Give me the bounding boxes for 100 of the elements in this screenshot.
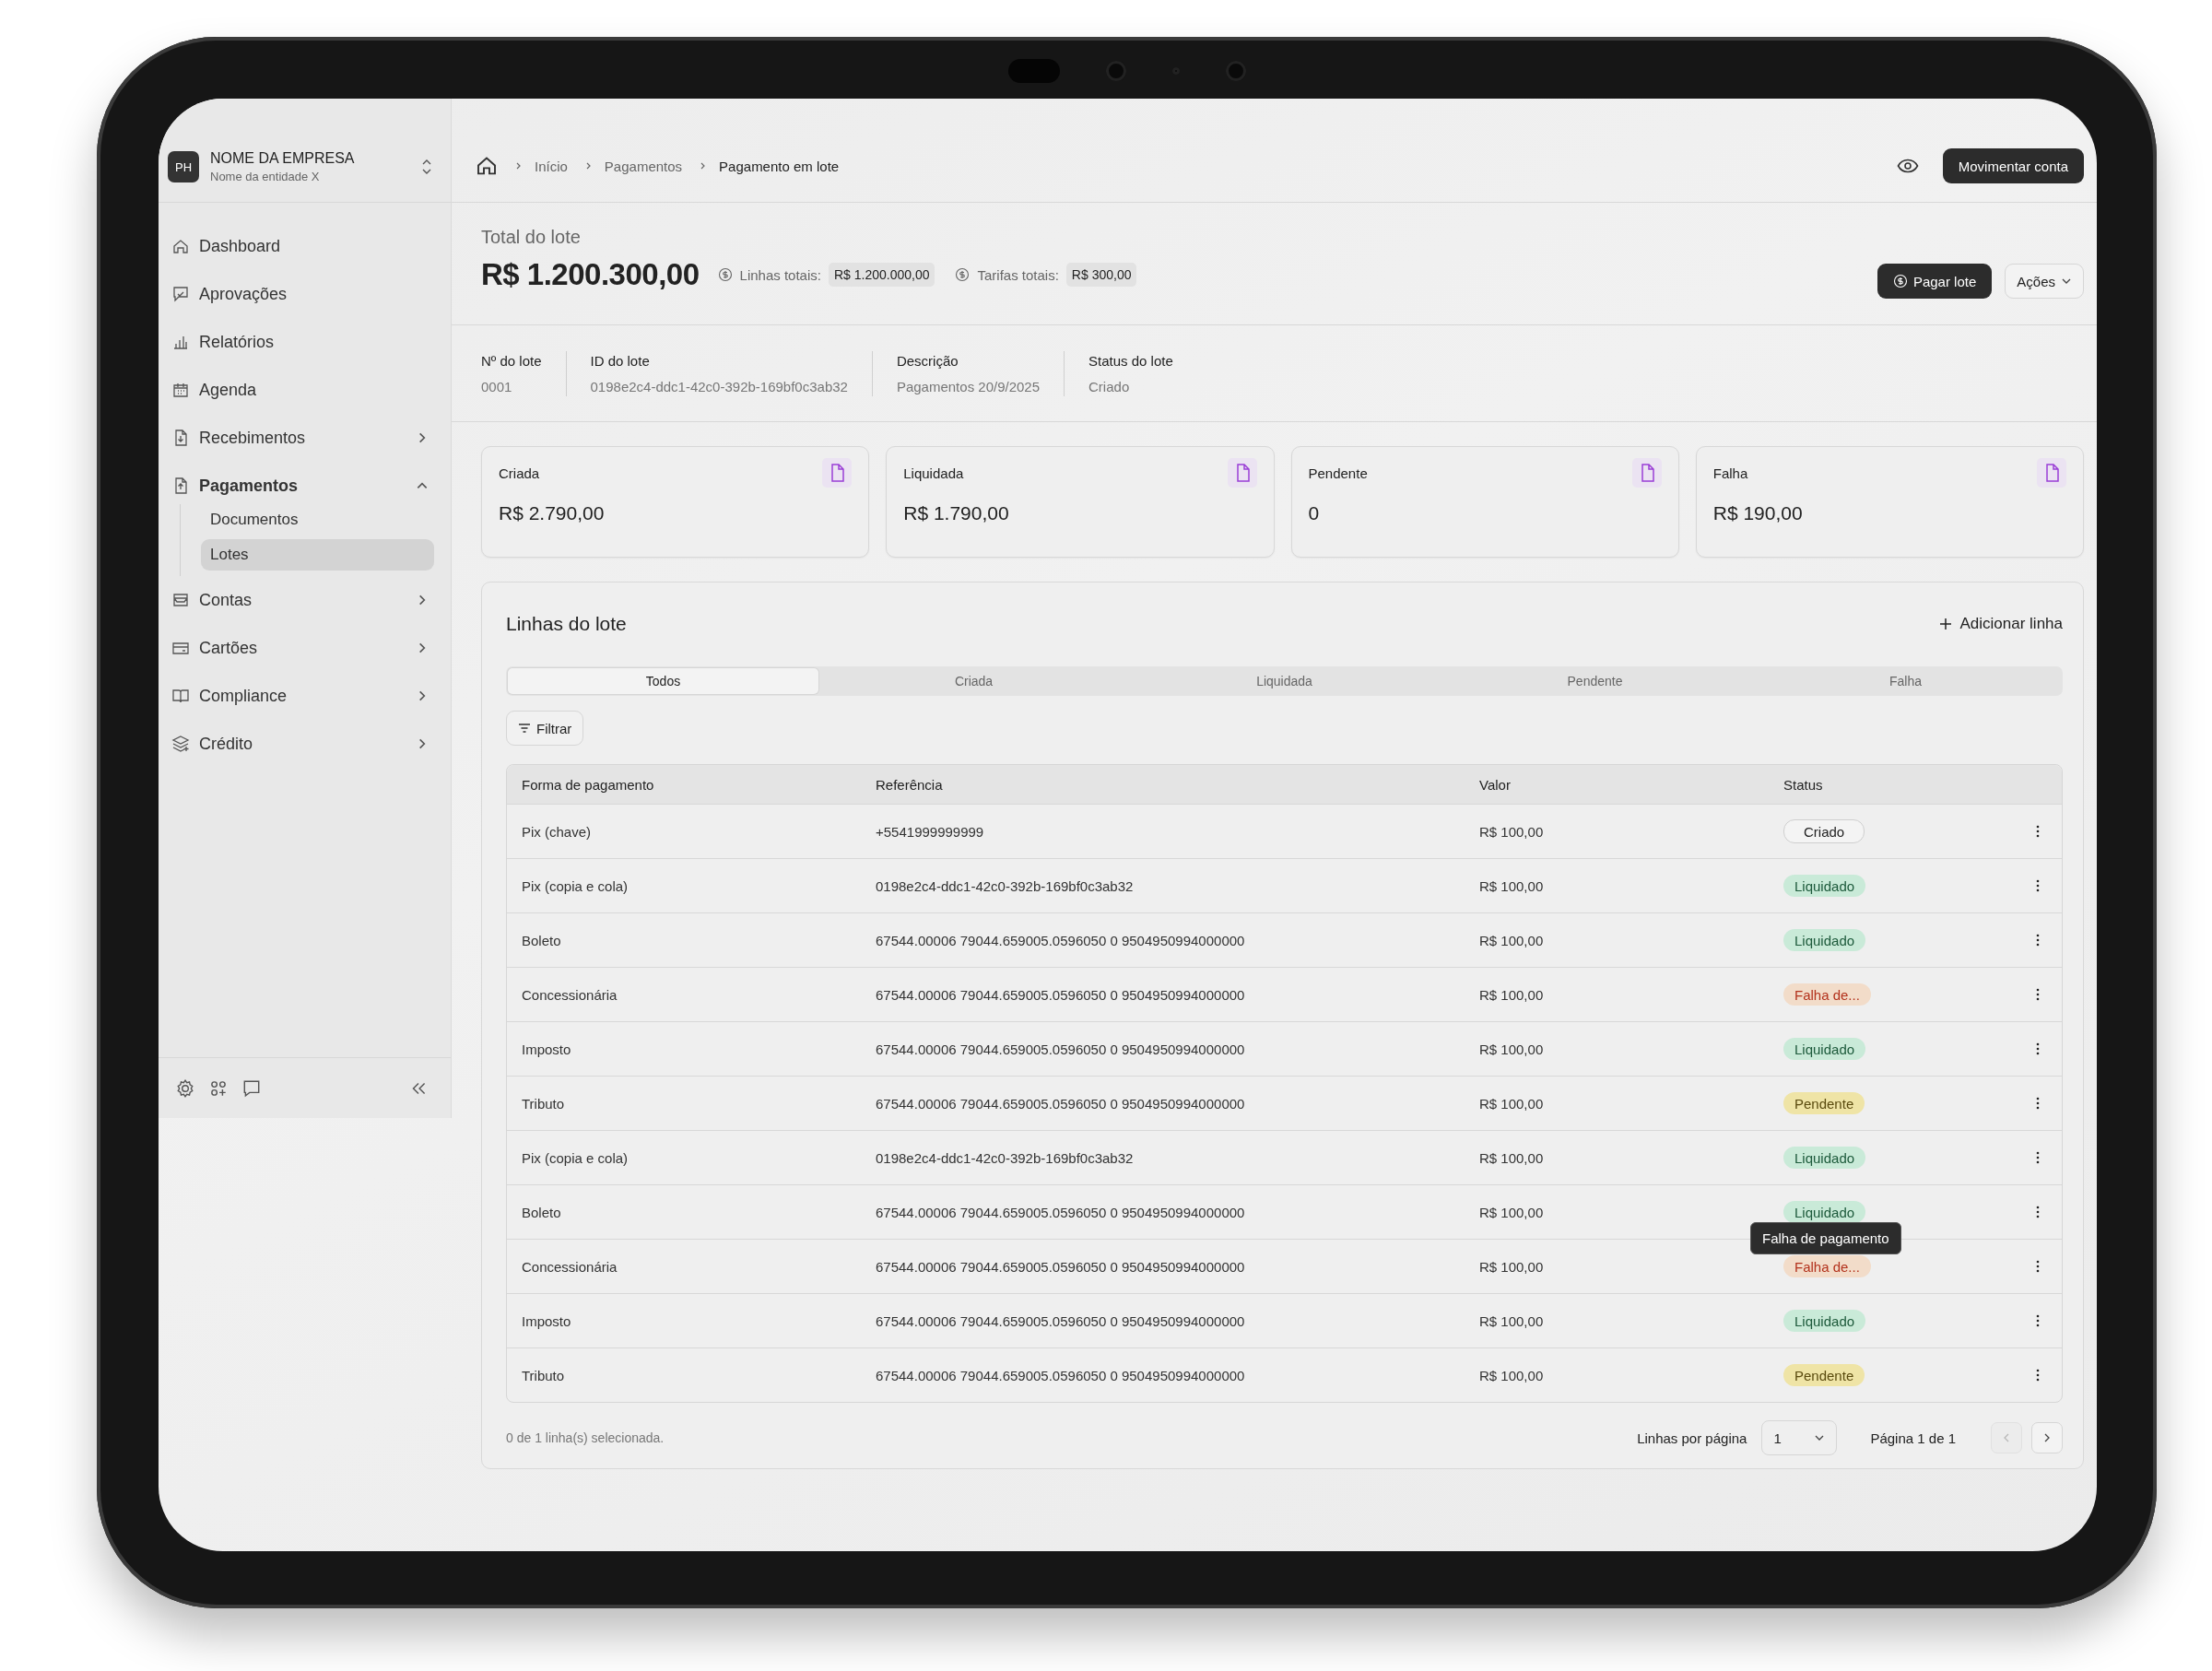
table-cell-text: Pix (copia e cola) — [522, 1149, 629, 1166]
table-cell-text: 67544.00006 79044.659005.0596050 0 9504950994000000 — [876, 1367, 1246, 1383]
more-icon[interactable] — [2036, 1260, 2040, 1273]
pay-batch-button[interactable]: Pagar lote — [1877, 264, 1993, 299]
table-cell-text: R$ 100,00 — [1479, 1204, 1545, 1220]
settings-icon[interactable] — [175, 1077, 195, 1099]
fees-total-label: Tarifas totais: — [977, 266, 1059, 283]
eye-icon[interactable] — [1896, 159, 1919, 173]
more-icon[interactable] — [2036, 934, 2040, 947]
nav-item[interactable]: Relatórios — [171, 318, 434, 366]
camera-icon — [1105, 61, 1126, 81]
inbox-icon — [171, 591, 190, 609]
filter-tab[interactable]: Liquidada — [1129, 668, 1440, 694]
column-header: Forma de pagamento — [522, 776, 655, 793]
total-title: Total do lote — [481, 227, 582, 248]
table-cell-text: R$ 100,00 — [1479, 1041, 1545, 1057]
more-icon[interactable] — [2036, 988, 2040, 1001]
table-cell-text: 67544.00006 79044.659005.0596050 0 9504950994000000 — [876, 986, 1246, 1003]
company-switcher[interactable]: PH NOME DA EMPRESA Nome da entidade X — [159, 99, 451, 203]
table-cell-text: 0198e2c4-ddc1-42c0-392b-169bf0c3ab32 — [876, 877, 1135, 894]
more-icon[interactable] — [2036, 1206, 2040, 1218]
filter-tab[interactable]: Falha — [1750, 668, 2061, 694]
lines-total-value: R$ 1.200.000,00 — [828, 263, 935, 287]
filter-tab[interactable]: Pendente — [1440, 668, 1750, 694]
table-cell-text: R$ 100,00 — [1479, 1095, 1545, 1112]
more-icon[interactable] — [2036, 879, 2040, 892]
nav-item[interactable]: Crédito — [171, 720, 434, 768]
lines-total-label: Linhas totais: — [739, 266, 821, 283]
more-icon[interactable] — [2036, 1151, 2040, 1164]
nav-item[interactable]: Cartões — [171, 624, 434, 672]
coin-icon — [955, 267, 971, 282]
nav-item[interactable]: Recebimentos — [171, 414, 434, 462]
card-label: Liquidada — [903, 465, 964, 481]
add-line-button[interactable]: Adicionar linha — [1939, 615, 2063, 633]
company-avatar: PH — [168, 151, 199, 182]
status-badge: Pendente — [1783, 1092, 1865, 1114]
camera-icon — [1225, 61, 1246, 81]
table-cell-text: 67544.00006 79044.659005.0596050 0 9504950994000000 — [876, 1095, 1246, 1112]
table-cell-text: 67544.00006 79044.659005.0596050 0 9504950994000000 — [876, 932, 1246, 948]
table-cell-text: Tributo — [522, 1095, 566, 1112]
nav-item[interactable]: Aprovações — [171, 270, 434, 318]
filter-icon — [518, 722, 531, 735]
nav-item[interactable]: Compliance — [171, 672, 434, 720]
card-label: Pendente — [1308, 465, 1368, 481]
more-icon[interactable] — [2036, 1042, 2040, 1055]
breadcrumb-link[interactable]: Pagamentos — [604, 158, 683, 174]
actions-button[interactable]: Ações — [2005, 264, 2084, 299]
status-badge: Liquidado — [1783, 1038, 1866, 1060]
page-info: Página 1 de 1 — [1870, 1430, 1956, 1446]
more-icon[interactable] — [2036, 1314, 2040, 1327]
filter-button[interactable]: Filtrar — [506, 711, 584, 746]
nav-subitem[interactable]: Lotes — [201, 539, 434, 571]
document-icon — [1631, 458, 1662, 488]
table-cell-text: 0198e2c4-ddc1-42c0-392b-169bf0c3ab32 — [876, 1149, 1135, 1166]
table-cell-text: R$ 100,00 — [1479, 1149, 1545, 1166]
filter-tab[interactable]: Criada — [818, 668, 1129, 694]
card-label: Falha — [1712, 465, 1748, 481]
status-badge: Liquidado — [1783, 875, 1866, 897]
table-cell-text: R$ 100,00 — [1479, 823, 1545, 840]
detail-value: Criado — [1088, 378, 1131, 394]
card-value: R$ 2.790,00 — [499, 502, 606, 524]
nav-item[interactable]: Contas — [171, 576, 434, 624]
detail-label: Status do lote — [1088, 352, 1173, 369]
card-value: R$ 190,00 — [1712, 502, 1804, 524]
table-cell-text: Concessionária — [522, 1258, 618, 1275]
document-icon — [2037, 458, 2066, 488]
coin-icon — [1892, 274, 1908, 288]
more-icon[interactable] — [2036, 825, 2040, 838]
more-icon[interactable] — [2036, 1097, 2040, 1110]
status-badge: Liquidado — [1783, 1310, 1866, 1332]
nav-item[interactable]: Agenda — [171, 366, 434, 414]
layers-icon — [171, 735, 190, 753]
status-badge: Liquidado — [1783, 929, 1866, 951]
filter-tab[interactable]: Todos — [508, 668, 818, 694]
total-amount: R$ 1.200.300,00 — [481, 257, 700, 292]
rows-per-page-select[interactable]: 1 — [1761, 1420, 1838, 1455]
calendar-icon — [171, 381, 190, 399]
table-cell-text: R$ 100,00 — [1479, 1258, 1545, 1275]
detail-label: Descrição — [896, 352, 959, 369]
rows-per-page-label: Linhas por página — [1637, 1430, 1747, 1446]
table-cell-text: R$ 100,00 — [1479, 932, 1545, 948]
breadcrumb-link[interactable]: Início — [535, 158, 568, 174]
coin-icon — [717, 267, 733, 282]
column-header: Valor — [1479, 776, 1512, 793]
more-icon[interactable] — [2036, 1369, 2040, 1382]
status-badge: Liquidado — [1783, 1147, 1866, 1169]
status-badge: Pendente — [1783, 1364, 1865, 1386]
table-cell-text: Imposto — [522, 1041, 572, 1057]
table-cell-text: 67544.00006 79044.659005.0596050 0 9504950994000000 — [876, 1258, 1246, 1275]
home-icon[interactable] — [476, 155, 498, 177]
table-cell-text: R$ 100,00 — [1479, 1367, 1545, 1383]
document-icon — [822, 458, 853, 488]
move-account-button[interactable]: Movimentar conta — [1942, 148, 2084, 183]
table-cell-text: Boleto — [522, 932, 562, 948]
plus-icon — [1939, 618, 1953, 630]
detail-value: Pagamentos 20/9/2025 — [896, 378, 1041, 394]
nav-item[interactable]: Dashboard — [171, 222, 434, 270]
column-header: Status — [1783, 776, 1824, 793]
table-cell-text: Imposto — [522, 1312, 572, 1329]
table-cell-text: 67544.00006 79044.659005.0596050 0 9504950994000000 — [876, 1312, 1246, 1329]
